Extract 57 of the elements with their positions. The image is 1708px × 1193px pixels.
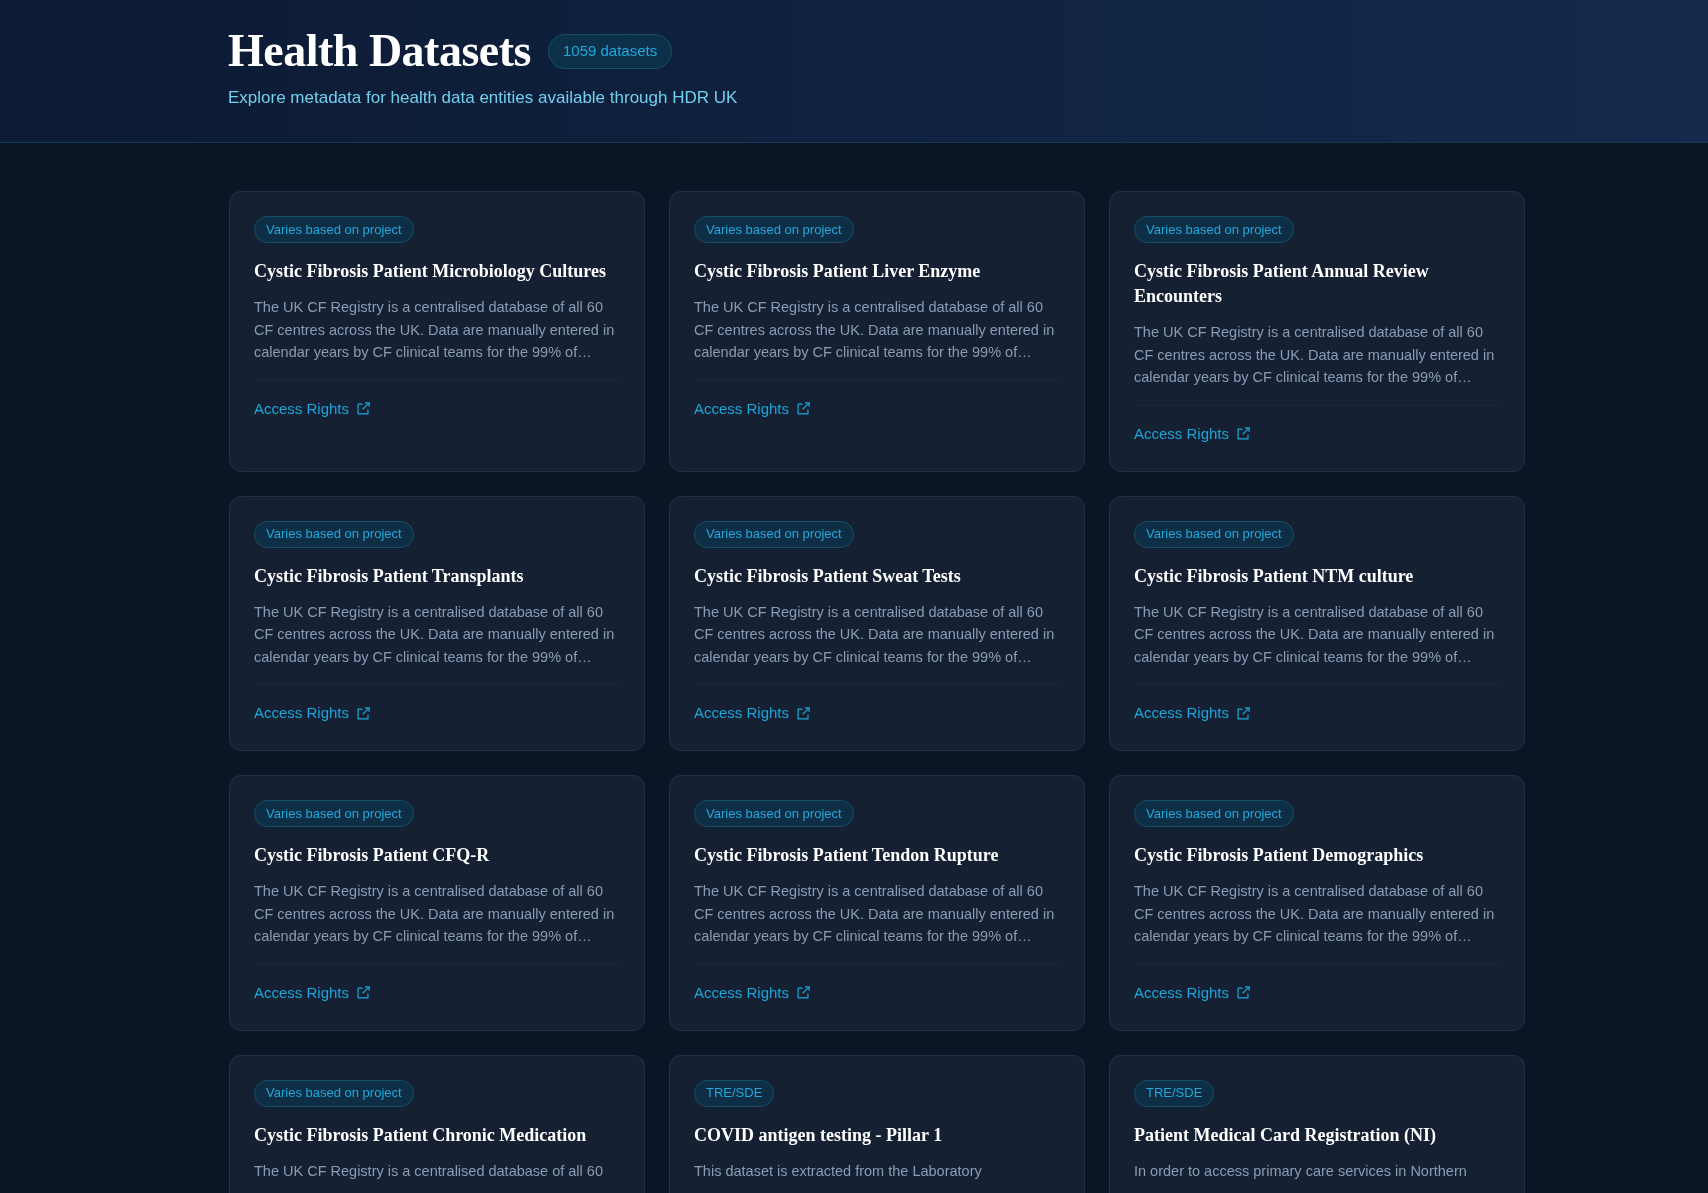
- access-tag: Varies based on project: [1134, 216, 1294, 243]
- dataset-description: The UK CF Registry is a centralised database of all 60 CF centres across the UK. Data are manually entered in calendar years by CF clinical teams for the 99% of…: [1134, 882, 1496, 946]
- access-rights-link[interactable]: Access Rights: [1134, 982, 1251, 1003]
- dataset-description: The UK CF Registry is a centralised database of all 60 CF centres across the UK. Data are manually entered in calendar years by CF clinical teams for the 99% of…: [1134, 323, 1496, 387]
- dataset-description: The UK CF Registry is a centralised database of all 60 CF centres across the UK. Data are manually entered in calendar years by CF clinical teams for the 99% of…: [254, 602, 616, 667]
- access-tag: Varies based on project: [1134, 520, 1294, 548]
- page-subtitle: Explore metadata for health data entities available through HDR UK: [228, 87, 739, 109]
- access-tag: Varies based on project: [254, 216, 414, 243]
- external-link-icon: [797, 986, 811, 999]
- external-link-icon: [357, 706, 371, 720]
- dataset-title: Cystic Fibrosis Patient Chronic Medication: [254, 1123, 587, 1147]
- dataset-title: Cystic Fibrosis Patient Demographics: [1134, 844, 1424, 867]
- access-rights-link[interactable]: Access Rights: [254, 398, 371, 419]
- access-tag: Varies based on project: [254, 520, 414, 548]
- dataset-title: COVID antigen testing - Pillar 1: [694, 1123, 943, 1147]
- dataset-description: The UK CF Registry is a centralised database of all 60 CF centres across the UK. Data are manually entered in calendar years by CF clinical teams for the 99% of…: [694, 298, 1056, 362]
- access-rights-link[interactable]: Access Rights: [694, 982, 811, 1003]
- dataset-description: The UK CF Registry is a centralised database of all 60 CF centres across the UK. Data are manually entered in calendar years by CF clinical teams for the 99% of…: [694, 602, 1056, 667]
- access-tag: Varies based on project: [254, 1079, 414, 1107]
- external-link-icon: [1237, 986, 1251, 999]
- access-rights-link[interactable]: Access Rights: [1134, 703, 1251, 723]
- external-link-icon: [797, 706, 811, 720]
- dataset-description: In order to access primary care services in Northern: [1134, 1161, 1467, 1181]
- external-link-icon: [1237, 706, 1251, 720]
- access-tag: Varies based on project: [694, 800, 854, 827]
- dataset-count-badge: 1059 datasets: [547, 33, 673, 69]
- dataset-title: Cystic Fibrosis Patient Liver Enzyme: [694, 260, 981, 283]
- dataset-title: Cystic Fibrosis Patient CFQ-R: [254, 844, 490, 867]
- external-link-icon: [357, 402, 371, 415]
- external-link-icon: [797, 402, 811, 415]
- dataset-title: Cystic Fibrosis Patient Sweat Tests: [694, 564, 961, 588]
- page-title: Health Datasets: [228, 28, 531, 74]
- dataset-title: Cystic Fibrosis Patient Transplants: [254, 564, 524, 588]
- dataset-description: The UK CF Registry is a centralised database of all 60: [254, 1161, 603, 1181]
- dataset-description: The UK CF Registry is a centralised database of all 60 CF centres across the UK. Data are manually entered in calendar years by CF clinical teams for the 99% of…: [254, 882, 616, 946]
- access-rights-link[interactable]: Access Rights: [254, 703, 371, 723]
- dataset-title: Cystic Fibrosis Patient Annual Review Encounters: [1134, 260, 1430, 308]
- access-tag: Varies based on project: [1134, 800, 1294, 827]
- dataset-title: Cystic Fibrosis Patient NTM culture: [1134, 564, 1414, 588]
- access-rights-link[interactable]: Access Rights: [254, 982, 371, 1003]
- access-rights-link[interactable]: Access Rights: [694, 398, 811, 419]
- dataset-description: The UK CF Registry is a centralised database of all 60 CF centres across the UK. Data are manually entered in calendar years by CF clinical teams for the 99% of…: [1134, 602, 1496, 667]
- external-link-icon: [357, 986, 371, 999]
- access-tag: Varies based on project: [694, 216, 854, 243]
- access-rights-link[interactable]: Access Rights: [694, 703, 811, 723]
- access-tag: Varies based on project: [254, 800, 414, 827]
- dataset-title: Cystic Fibrosis Patient Microbiology Cultures: [254, 260, 606, 283]
- access-rights-link[interactable]: Access Rights: [1134, 423, 1251, 444]
- dataset-description: The UK CF Registry is a centralised database of all 60 CF centres across the UK. Data are manually entered in calendar years by CF clinical teams for the 99% of…: [694, 882, 1056, 946]
- dataset-title: Cystic Fibrosis Patient Tendon Rupture: [694, 844, 999, 867]
- dataset-title: Patient Medical Card Registration (NI): [1134, 1123, 1436, 1147]
- external-link-icon: [1237, 427, 1251, 440]
- access-tag: Varies based on project: [694, 520, 854, 548]
- access-tag: TRE/SDE: [694, 1079, 775, 1107]
- dataset-description: This dataset is extracted from the Laboratory: [694, 1161, 982, 1181]
- dataset-description: The UK CF Registry is a centralised database of all 60 CF centres across the UK. Data are manually entered in calendar years by CF clinical teams for the 99% of…: [254, 298, 616, 362]
- access-tag: TRE/SDE: [1134, 1079, 1215, 1107]
